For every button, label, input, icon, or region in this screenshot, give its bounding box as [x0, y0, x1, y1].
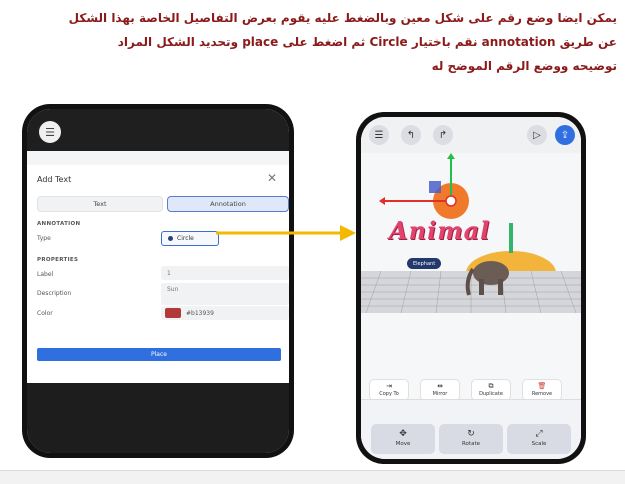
copy-to-icon: ⇥: [386, 382, 392, 390]
right-phone-frame: ☰ ↰ ↱ ▷ ⇪ Animal Elephant ⇥ Copy To ⇹ Mi…: [356, 112, 586, 464]
redo-icon[interactable]: ↱: [433, 125, 453, 145]
color-swatch: [165, 308, 181, 318]
play-icon[interactable]: ▷: [527, 125, 547, 145]
right-bottom-toolbar: ✥ Move ↻ Rotate ⤢ Scale: [361, 399, 581, 459]
caption-line-3: توضيحه ووضع الرقم الموضح له: [431, 59, 617, 73]
arrow-head: [340, 225, 356, 241]
elephant-leg: [479, 279, 484, 295]
elephant-label[interactable]: Elephant: [407, 258, 442, 269]
rotate-icon: ↻: [467, 429, 475, 439]
annotation-section-heading: ANNOTATION: [37, 221, 81, 227]
description-input[interactable]: Sun: [161, 283, 289, 305]
move-label: Move: [395, 441, 411, 447]
annotation-marker[interactable]: [445, 195, 457, 207]
elephant-model[interactable]: [473, 261, 509, 285]
undo-icon[interactable]: ↰: [401, 125, 421, 145]
right-top-bar: ☰ ↰ ↱ ▷ ⇪: [361, 117, 581, 153]
ar-scene[interactable]: [361, 153, 581, 403]
left-phone-screen: ☰ Add Text ✕ Text Annotation ANNOTATION …: [27, 109, 289, 453]
duplicate-button[interactable]: ⧉ Duplicate: [471, 379, 511, 401]
close-icon[interactable]: ✕: [267, 171, 277, 185]
cactus-shape: [509, 223, 513, 253]
scale-button[interactable]: ⤢ Scale: [507, 424, 571, 454]
duplicate-icon: ⧉: [488, 382, 494, 390]
type-select[interactable]: Circle: [161, 231, 219, 246]
hamburger-icon[interactable]: ☰: [39, 121, 61, 143]
add-text-panel: Add Text ✕ Text Annotation ANNOTATION Ty…: [27, 165, 289, 383]
tab-text[interactable]: Text: [37, 196, 163, 212]
gizmo-plane-handle[interactable]: [429, 181, 441, 193]
move-icon: ✥: [399, 429, 407, 439]
copy-to-button[interactable]: ⇥ Copy To: [369, 379, 409, 401]
scale-icon: ⤢: [535, 429, 543, 439]
color-input[interactable]: #b13939: [161, 306, 289, 320]
mirror-label: Mirror: [432, 391, 448, 397]
remove-label: Remove: [531, 391, 553, 397]
circle-icon: [168, 236, 173, 241]
mirror-icon: ⇹: [437, 382, 443, 390]
properties-section-heading: PROPERTIES: [37, 257, 79, 263]
elephant-leg: [498, 279, 503, 295]
instruction-caption: يمكن ايضا وضع رقم على شكل معين وبالضغط ع…: [0, 6, 617, 78]
scale-label: Scale: [531, 441, 547, 447]
copy-to-label: Copy To: [379, 391, 399, 397]
panel-title: Add Text: [37, 175, 72, 184]
mirror-button[interactable]: ⇹ Mirror: [420, 379, 460, 401]
color-field-label: Color: [37, 310, 53, 317]
type-label: Type: [37, 235, 51, 242]
bottom-strip: [0, 470, 625, 484]
color-value: #b13939: [186, 309, 214, 317]
tab-annotation[interactable]: Annotation: [167, 196, 289, 212]
label-input[interactable]: 1: [161, 266, 289, 280]
animal-3d-text[interactable]: Animal: [389, 216, 490, 245]
move-button[interactable]: ✥ Move: [371, 424, 435, 454]
gizmo-y-arrow: [447, 153, 455, 159]
gizmo-x-arrow: [379, 197, 385, 205]
left-bottom-area: [27, 383, 289, 453]
share-icon[interactable]: ⇪: [555, 125, 575, 145]
description-field-label: Description: [37, 290, 72, 297]
caption-line-2: عن طريق annotation نقم باختيار Circle ثم…: [117, 35, 617, 49]
duplicate-label: Duplicate: [479, 391, 503, 397]
rotate-label: Rotate: [461, 441, 480, 447]
left-phone-frame: ☰ Add Text ✕ Text Annotation ANNOTATION …: [22, 104, 294, 458]
label-field-label: Label: [37, 271, 54, 278]
trash-icon: 🗑: [537, 382, 547, 390]
rotate-button[interactable]: ↻ Rotate: [439, 424, 503, 454]
remove-button[interactable]: 🗑 Remove: [522, 379, 562, 401]
place-button[interactable]: Place: [37, 348, 281, 361]
right-phone-screen: ☰ ↰ ↱ ▷ ⇪ Animal Elephant ⇥ Copy To ⇹ Mi…: [361, 117, 581, 459]
left-top-bar: ☰: [27, 109, 289, 151]
caption-line-1: يمكن ايضا وضع رقم على شكل معين وبالضغط ع…: [68, 11, 617, 25]
hamburger-icon[interactable]: ☰: [369, 125, 389, 145]
type-select-value: Circle: [177, 235, 194, 242]
